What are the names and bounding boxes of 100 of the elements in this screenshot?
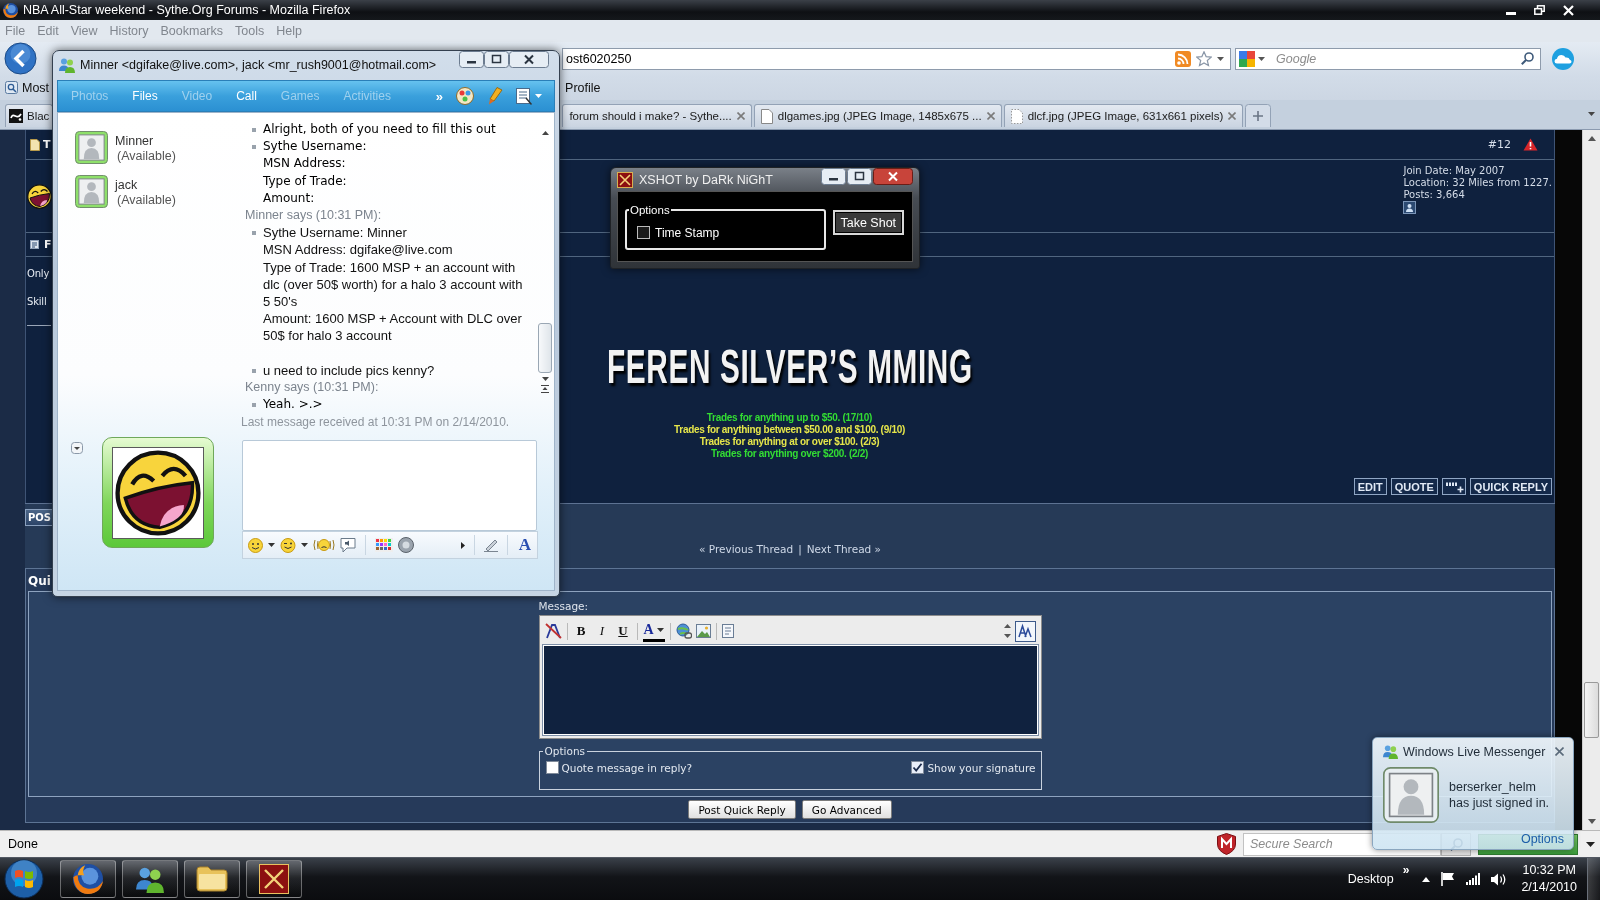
post-action-button[interactable]: QUOTE — [1390, 478, 1438, 495]
search-icon[interactable] — [1521, 52, 1534, 65]
speaker-icon[interactable] — [1491, 872, 1507, 886]
browser-tab[interactable]: dlgames.jpg (JPEG Image, 1485x675 ... — [753, 104, 1002, 127]
taskbar-button[interactable] — [246, 860, 302, 898]
quote-plus-icon[interactable] — [1441, 478, 1466, 495]
font-button[interactable]: A — [516, 536, 533, 554]
close-icon[interactable] — [509, 51, 549, 68]
post-reply-button[interactable]: POS — [25, 509, 55, 526]
menu-icon[interactable] — [516, 87, 532, 105]
caret-icon[interactable] — [1258, 56, 1265, 61]
cross-box-icon — [259, 864, 289, 894]
scroll-thumb[interactable] — [1584, 682, 1599, 738]
previous-thread-link[interactable]: « Previous Thread — [699, 543, 794, 556]
cross-box-icon — [617, 171, 633, 188]
scrollbar[interactable] — [1582, 130, 1600, 830]
form-button[interactable]: Go Advanced — [801, 800, 892, 819]
message-input[interactable] — [242, 440, 537, 531]
cloud-logo-icon[interactable] — [1551, 46, 1575, 71]
post-action-button[interactable]: QUICK REPLY — [1469, 478, 1552, 495]
pen-icon[interactable] — [483, 538, 498, 552]
arrow-up-icon[interactable] — [1587, 136, 1596, 141]
caret-icon[interactable] — [1217, 56, 1224, 61]
taskbar-button[interactable] — [60, 860, 116, 898]
grip-icon[interactable] — [541, 385, 549, 393]
bookmark-link[interactable]: Profile — [565, 80, 601, 95]
checkbox[interactable] — [911, 761, 925, 774]
signal-bars-icon[interactable] — [1466, 873, 1481, 885]
mode-switch-icon[interactable] — [1014, 620, 1036, 642]
clear-format-icon[interactable] — [544, 623, 562, 639]
minimize-icon[interactable] — [1506, 11, 1516, 15]
font-color-button[interactable]: A — [642, 620, 665, 642]
contact-name[interactable]: Minner — [115, 134, 176, 149]
form-button[interactable]: Post Quick Reply — [688, 800, 796, 819]
flag-icon[interactable] — [1441, 872, 1456, 886]
clock-button[interactable]: 10:32 PM 2/14/2010 — [1521, 862, 1577, 896]
close-icon[interactable] — [873, 168, 913, 185]
message-field[interactable] — [541, 644, 1039, 736]
caret-icon[interactable] — [301, 543, 308, 547]
search-bar[interactable]: Google — [1235, 47, 1541, 70]
star-icon[interactable] — [1196, 50, 1212, 67]
engine-logo-icon[interactable] — [1239, 50, 1255, 67]
back-icon[interactable] — [4, 42, 37, 75]
bookmark-icon[interactable] — [5, 81, 18, 94]
resize-arrows-icon[interactable] — [1003, 624, 1011, 638]
caret-up-icon[interactable] — [1422, 876, 1431, 882]
plus-icon[interactable] — [1245, 104, 1272, 127]
toolbar-overflow[interactable]: » — [1402, 863, 1410, 877]
speech-bubble-icon[interactable] — [340, 537, 356, 553]
arrow-up-icon[interactable] — [541, 131, 549, 135]
italic-button[interactable]: I — [593, 621, 611, 641]
checkbox[interactable] — [545, 761, 559, 774]
browser-tab[interactable]: Blac — [5, 104, 54, 127]
post-number[interactable]: #12 — [1487, 138, 1511, 151]
taskbar-button[interactable] — [184, 860, 240, 898]
underline-button[interactable]: U — [614, 621, 632, 641]
show-desktop-button[interactable] — [1587, 858, 1600, 900]
globe-link-icon[interactable] — [675, 623, 692, 639]
address-field[interactable]: ost6020250 — [562, 47, 1231, 70]
display-picture[interactable] — [102, 437, 214, 548]
caret-icon[interactable] — [1588, 111, 1595, 116]
smiley-icon[interactable] — [248, 537, 263, 553]
caret-icon[interactable] — [1586, 841, 1595, 847]
arrow-down-icon[interactable] — [541, 377, 549, 381]
shaking-face-icon[interactable] — [313, 537, 335, 553]
search-field[interactable]: Google — [1274, 50, 1518, 67]
disc-icon[interactable] — [398, 537, 414, 553]
collapse-icon[interactable] — [71, 442, 83, 454]
next-thread-link[interactable]: Next Thread » — [806, 543, 881, 556]
game-icon[interactable] — [456, 87, 474, 105]
start-orb-icon[interactable] — [4, 859, 44, 899]
take-shot-button[interactable]: Take Shot — [832, 210, 904, 235]
shield-icon[interactable] — [1217, 833, 1236, 855]
post-action-button[interactable]: EDIT — [1353, 478, 1387, 495]
status-text: Done — [8, 837, 39, 851]
image-icon[interactable] — [695, 624, 711, 638]
contact-name[interactable]: jack — [115, 178, 176, 193]
arrow-down-icon[interactable] — [1587, 819, 1596, 824]
quote-icon[interactable] — [721, 624, 734, 638]
minimize-icon[interactable] — [459, 51, 484, 68]
maximize-icon[interactable] — [484, 51, 509, 68]
browser-tab[interactable]: forum should i make? - Sythe.... — [562, 104, 752, 127]
bookmark-link[interactable]: Most — [22, 80, 50, 95]
warning-icon[interactable] — [1523, 138, 1538, 151]
bold-button[interactable]: B — [572, 621, 590, 641]
scroll-thumb[interactable] — [538, 323, 552, 373]
minimize-icon[interactable] — [821, 168, 846, 185]
checkbox[interactable] — [637, 226, 650, 239]
options-link[interactable]: Options — [1520, 832, 1564, 846]
more-arrow-icon[interactable] — [460, 541, 465, 549]
wink-icon[interactable] — [280, 537, 296, 553]
taskbar-button[interactable] — [122, 860, 178, 898]
message-line: Amount: 1600 MSP + Account with DLC over 50$ for halo 3 account — [263, 310, 523, 345]
caret-icon[interactable] — [268, 543, 275, 547]
maximize-icon[interactable] — [847, 168, 872, 185]
restore-icon[interactable] — [1534, 5, 1545, 15]
toolbar-label[interactable]: Desktop — [1347, 872, 1394, 886]
browser-tab[interactable]: dlcf.jpg (JPEG Image, 631x661 pixels) — [1003, 104, 1244, 127]
option-label: Time Stamp — [655, 225, 720, 240]
color-grid-icon[interactable] — [375, 538, 393, 552]
